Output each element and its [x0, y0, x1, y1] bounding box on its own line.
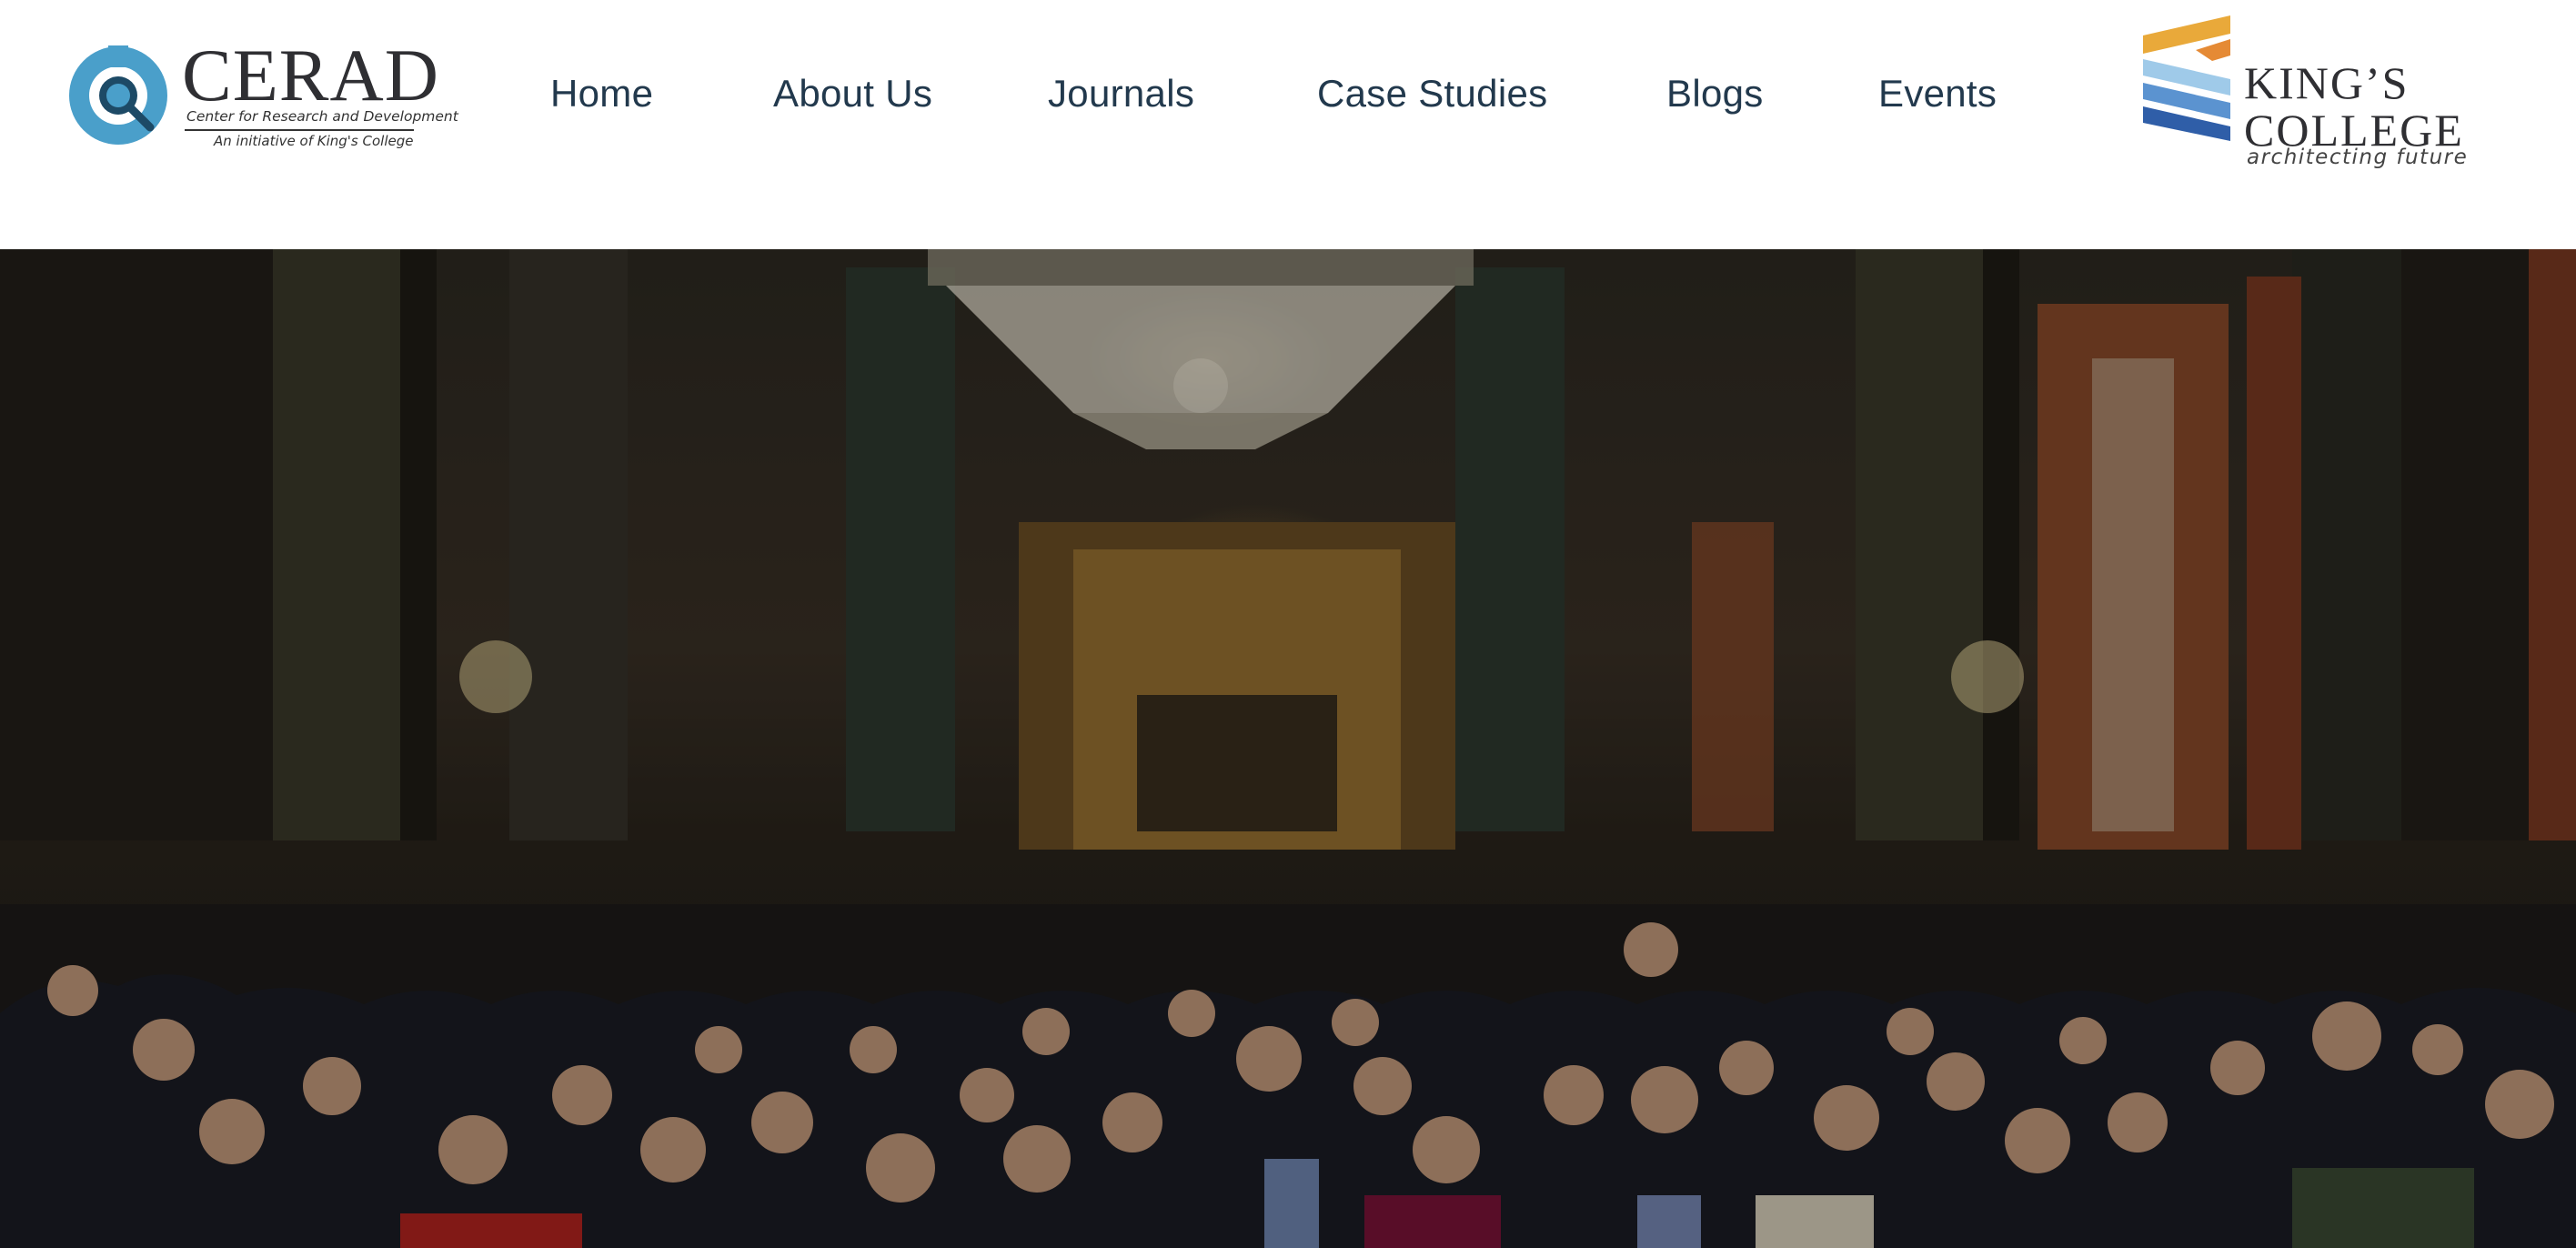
nav-blogs[interactable]: Blogs	[1666, 71, 1764, 116]
kings-college-line1: KING’S	[2244, 57, 2410, 108]
nav-home[interactable]: Home	[550, 71, 653, 116]
site-header: CERAD Center for Research and Developmen…	[0, 0, 2576, 249]
hero-photo-illustration	[0, 249, 2576, 1248]
kings-college-logo[interactable]: KING’S COLLEGE architecting future	[2139, 14, 2467, 177]
nav-case-studies[interactable]: Case Studies	[1317, 71, 1547, 116]
kings-college-tagline: architecting future	[2247, 146, 2469, 169]
cerad-tagline: An initiative of King's College	[214, 133, 414, 149]
hero-dark-overlay	[0, 249, 2576, 1248]
kings-college-stripes-icon	[2143, 15, 2230, 141]
hero-group-photo	[0, 249, 2576, 1248]
nav-journals[interactable]: Journals	[1048, 71, 1194, 116]
cerad-divider	[185, 129, 414, 131]
nav-events[interactable]: Events	[1878, 71, 1997, 116]
nav-about-us[interactable]: About Us	[773, 71, 932, 116]
kings-college-name: KING’S COLLEGE	[2244, 59, 2464, 154]
